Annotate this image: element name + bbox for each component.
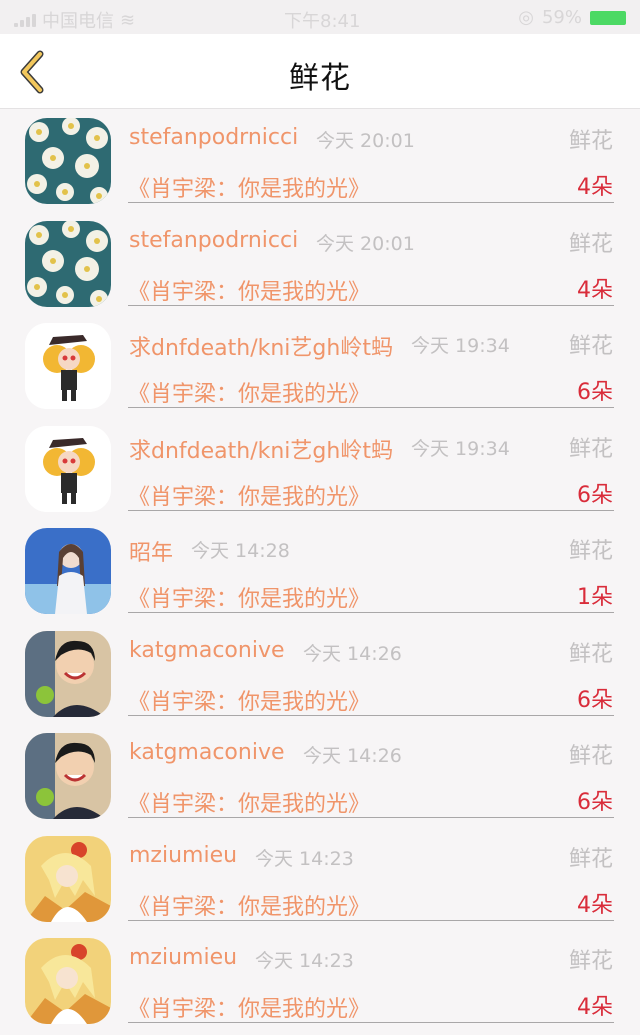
nav-bar: 鲜花 bbox=[0, 34, 640, 109]
gift-type: 鲜花 bbox=[568, 641, 613, 667]
anime-blonde-avatar[interactable] bbox=[25, 835, 111, 922]
daisy-avatar[interactable] bbox=[25, 118, 111, 204]
timestamp: 今天 19:34 bbox=[411, 437, 510, 460]
man-portrait-avatar[interactable] bbox=[25, 630, 111, 717]
daisy-avatar[interactable] bbox=[25, 220, 111, 307]
gift-count: 6朵 bbox=[577, 380, 613, 405]
page-title: 鲜花 bbox=[289, 61, 351, 96]
gift-list: stefanpodrnicci 今天 20:01 鲜花 《肖宇梁：你是我的光》 4朵 s… bbox=[0, 112, 640, 1035]
username[interactable]: stefanpodrnicci bbox=[129, 125, 298, 150]
song-title[interactable]: 《肖宇梁：你是我的光》 bbox=[128, 786, 370, 818]
status-time: 下午8:41 bbox=[284, 11, 361, 32]
gift-count: 6朵 bbox=[577, 790, 613, 815]
timestamp: 今天 14:26 bbox=[303, 745, 402, 767]
gift-type: 鲜花 bbox=[568, 539, 613, 564]
gift-count: 6朵 bbox=[577, 687, 613, 713]
gift-count: 1朵 bbox=[577, 585, 613, 610]
song-title[interactable]: 《肖宇梁：你是我的光》 bbox=[128, 684, 370, 716]
alarm-icon: ◎ bbox=[518, 7, 534, 28]
anime-blonde-avatar[interactable] bbox=[25, 938, 111, 1024]
battery-icon bbox=[590, 10, 626, 25]
gift-type: 鲜花 bbox=[568, 846, 613, 872]
row-divider bbox=[128, 714, 614, 716]
gift-type: 鲜花 bbox=[568, 436, 613, 462]
gift-count: 6朵 bbox=[577, 482, 613, 508]
username[interactable]: katgmaconive bbox=[129, 638, 285, 663]
gift-count: 4朵 bbox=[577, 995, 613, 1020]
gift-type: 鲜花 bbox=[568, 744, 613, 769]
gift-row[interactable]: stefanpodrnicci 今天 20:01 鲜花《肖宇梁：你是我的光》 4朵 bbox=[0, 215, 640, 318]
status-left: 中国电信 ≋ bbox=[14, 7, 135, 33]
status-bar: 中国电信 ≋ 下午8:41 ◎ 59% bbox=[0, 0, 640, 34]
wifi-icon: ≋ bbox=[120, 9, 136, 31]
row-divider bbox=[128, 509, 614, 511]
timestamp: 今天 20:01 bbox=[316, 130, 415, 152]
anime-girl-avatar[interactable] bbox=[25, 323, 111, 409]
gift-count: 4朵 bbox=[577, 175, 613, 200]
singer-photo-avatar[interactable] bbox=[25, 528, 111, 614]
gift-row[interactable]: 昭年 今天 14:28 鲜花《肖宇梁：你是我的光》 1朵 bbox=[0, 522, 640, 625]
song-title[interactable]: 《肖宇梁：你是我的光》 bbox=[128, 889, 370, 921]
gift-type: 鲜花 bbox=[568, 334, 613, 359]
song-title[interactable]: 《肖宇梁：你是我的光》 bbox=[128, 274, 370, 306]
username[interactable]: katgmaconive bbox=[129, 740, 285, 765]
username[interactable]: mziumieu bbox=[129, 843, 237, 868]
timestamp: 今天 14:23 bbox=[255, 847, 354, 870]
carrier-label: 中国电信 bbox=[42, 11, 114, 32]
row-divider bbox=[128, 817, 614, 818]
row-divider bbox=[128, 1022, 614, 1023]
gift-count: 4朵 bbox=[577, 277, 613, 303]
battery-percent: 59% bbox=[541, 7, 582, 28]
song-title[interactable]: 《肖宇梁：你是我的光》 bbox=[128, 376, 370, 408]
row-divider bbox=[128, 407, 614, 408]
username[interactable]: mziumieu bbox=[129, 945, 237, 970]
gift-type: 鲜花 bbox=[568, 949, 613, 974]
row-divider bbox=[128, 919, 614, 921]
song-title[interactable]: 《肖宇梁：你是我的光》 bbox=[128, 171, 370, 203]
row-divider bbox=[128, 202, 614, 203]
username[interactable]: stefanpodrnicci bbox=[129, 228, 298, 253]
gift-row[interactable]: 求dnfdeath/kni艺gh岭t蚂 今天 19:34 鲜花《肖宇梁：你是我的光》… bbox=[0, 317, 640, 420]
gift-row[interactable]: mziumieu 今天 14:23 鲜花《肖宇梁：你是我的光》 4朵 bbox=[0, 830, 640, 933]
row-divider bbox=[128, 612, 614, 613]
status-right: ◎ 59% bbox=[518, 7, 626, 28]
gift-row[interactable]: katgmaconive 今天 14:26 鲜花《肖宇梁：你是我的光》 6朵 bbox=[0, 625, 640, 728]
song-title[interactable]: 《肖宇梁：你是我的光》 bbox=[128, 581, 370, 613]
timestamp: 今天 14:26 bbox=[303, 642, 402, 665]
song-title[interactable]: 《肖宇梁：你是我的光》 bbox=[128, 991, 370, 1023]
man-portrait-avatar[interactable] bbox=[25, 733, 111, 819]
timestamp: 今天 14:28 bbox=[191, 540, 290, 562]
gift-row[interactable]: katgmaconive 今天 14:26 鲜花《肖宇梁：你是我的光》 6朵 bbox=[0, 727, 640, 830]
row-divider bbox=[128, 304, 614, 306]
anime-girl-avatar[interactable] bbox=[25, 425, 111, 512]
username[interactable]: 昭年 bbox=[129, 535, 173, 567]
gift-row[interactable]: 求dnfdeath/kni艺gh岭t蚂 今天 19:34 鲜花《肖宇梁：你是我的光》… bbox=[0, 420, 640, 523]
gift-row[interactable]: mziumieu 今天 14:23 鲜花《肖宇梁：你是我的光》 4朵 bbox=[0, 932, 640, 1035]
timestamp: 今天 14:23 bbox=[255, 950, 354, 972]
timestamp: 今天 20:01 bbox=[316, 232, 415, 255]
timestamp: 今天 19:34 bbox=[411, 335, 510, 357]
song-title[interactable]: 《肖宇梁：你是我的光》 bbox=[128, 479, 370, 511]
gift-count: 4朵 bbox=[577, 892, 613, 918]
username[interactable]: 求dnfdeath/kni艺gh岭t蚂 bbox=[129, 433, 393, 465]
gift-type: 鲜花 bbox=[568, 129, 613, 154]
signal-icon bbox=[14, 13, 36, 27]
gift-type: 鲜花 bbox=[568, 231, 613, 257]
username[interactable]: 求dnfdeath/kni艺gh岭t蚂 bbox=[129, 330, 393, 362]
gift-row[interactable]: stefanpodrnicci 今天 20:01 鲜花《肖宇梁：你是我的光》 4朵 bbox=[0, 112, 640, 215]
